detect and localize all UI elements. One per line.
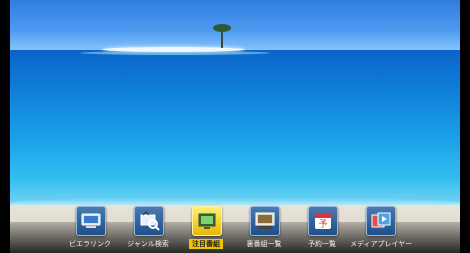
menu-item-media-player[interactable]: メディアプレイヤー [350,206,413,253]
featured-programs-icon [192,206,222,236]
menu-item-genre-search[interactable]: ジャンル検索 [118,206,178,253]
genre-search-icon [134,206,164,236]
menu-item-featured-programs[interactable]: 注目番組 [176,206,236,253]
menu-item-label: 注目番組 [189,239,223,249]
other-channel-list-icon [250,206,280,236]
menu-item-other-channels[interactable]: 裏番組一覧 [234,206,294,253]
main-menu: ビエラリンク ジャンル検索 注目番組 裏番組一覧 予 予約一覧 メディアプレイヤ… [0,0,470,253]
menu-item-label: ジャンル検索 [127,240,169,248]
menu-item-label: メディアプレイヤー [350,240,413,248]
viera-link-icon [76,206,106,236]
svg-text:予: 予 [318,219,327,230]
tv-screen: ビエラリンク ジャンル検索 注目番組 裏番組一覧 予 予約一覧 メディアプレイヤ… [0,0,470,253]
menu-item-label: 予約一覧 [308,240,336,248]
menu-item-label: ビエラリンク [69,240,111,248]
menu-item-reservation-list[interactable]: 予 予約一覧 [292,206,352,253]
menu-item-viera-link[interactable]: ビエラリンク [60,206,120,253]
reservation-list-icon: 予 [308,206,338,236]
media-player-icon [366,206,396,236]
menu-item-label: 裏番組一覧 [246,240,282,248]
